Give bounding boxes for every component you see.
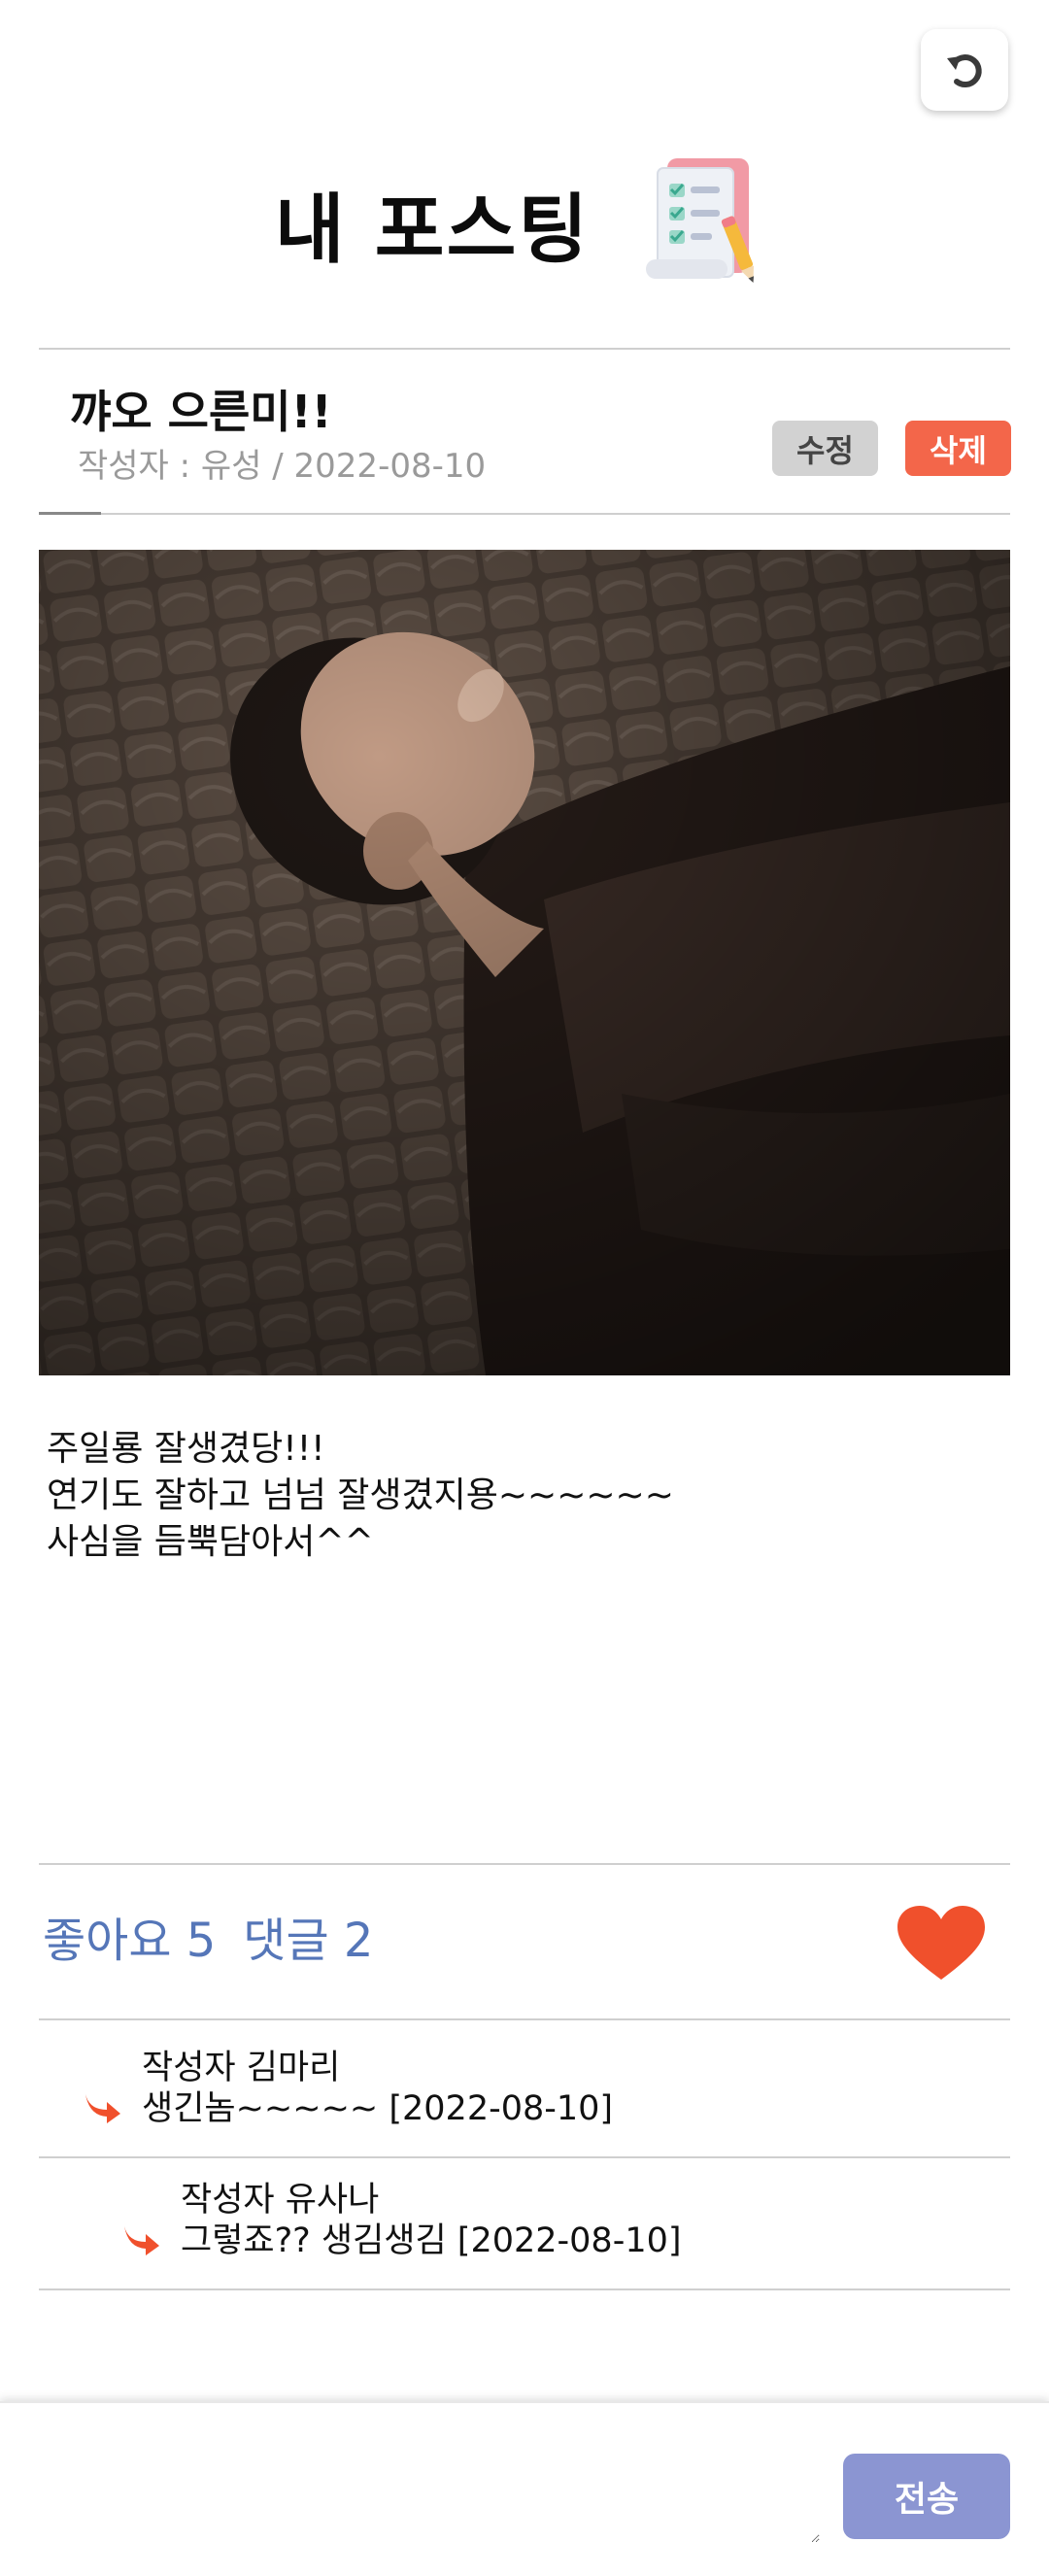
post-body-line: 주일룡 잘생겼당!!! — [47, 1429, 325, 1469]
comment-item: 작성자 김마리 생긴놈~~~~~ [2022-08-10] — [142, 2048, 613, 2129]
comment-divider — [39, 2156, 1010, 2158]
post-meta: 작성자 : 유성 / 2022-08-10 — [78, 447, 487, 486]
comment-author: 작성자 유사나 — [181, 2181, 380, 2220]
comment-text: 그렇죠?? 생김생김 [2022-08-10] — [181, 2221, 682, 2260]
page-title: 내 포스팅 — [274, 186, 591, 274]
page-header: 내 포스팅 — [0, 146, 1049, 301]
comment-composer: 전송 — [0, 2401, 1049, 2576]
comments-count: 댓글 2 — [243, 1914, 374, 1968]
heart-icon — [897, 1906, 985, 1980]
refresh-icon — [947, 54, 982, 88]
post-photo — [39, 550, 1010, 1375]
comment-input[interactable] — [19, 2432, 820, 2543]
post-body-line: 연기도 잘하고 넘넘 잘생겼지용~~~~~~ — [47, 1475, 674, 1515]
delete-button[interactable]: 삭제 — [905, 421, 1011, 476]
comment-item: 작성자 유사나 그렇죠?? 생김생김 [2022-08-10] — [181, 2180, 682, 2261]
post-header-divider — [39, 513, 1010, 515]
header-divider — [39, 348, 1010, 350]
post-stats: 좋아요 5 댓글 2 — [43, 1902, 400, 1970]
like-button[interactable] — [896, 1904, 987, 1983]
refresh-button[interactable] — [921, 29, 1008, 111]
post-header-accent-line — [39, 512, 101, 515]
reply-arrow-icon — [85, 2094, 120, 2123]
reply-arrow-icon — [124, 2226, 159, 2255]
post-image — [39, 550, 1010, 1375]
stats-top-divider — [39, 1863, 1010, 1865]
stats-bottom-divider — [39, 2018, 1010, 2020]
comment-author: 작성자 김마리 — [142, 2049, 341, 2087]
comment-text: 생긴놈~~~~~ [2022-08-10] — [142, 2089, 614, 2128]
send-button[interactable]: 전송 — [843, 2454, 1010, 2539]
post-title: 꺄오 으른미!! — [70, 386, 332, 438]
edit-button[interactable]: 수정 — [772, 421, 878, 476]
post-body: 주일룡 잘생겼당!!! 연기도 잘하고 넘넘 잘생겼지용~~~~~~ 사심을 듬… — [47, 1426, 1008, 1566]
comment-divider — [39, 2288, 1010, 2290]
likes-count: 좋아요 5 — [43, 1914, 217, 1968]
post-body-line: 사심을 듬뿍담아서^^ — [47, 1522, 374, 1562]
checklist-icon — [646, 158, 755, 283]
